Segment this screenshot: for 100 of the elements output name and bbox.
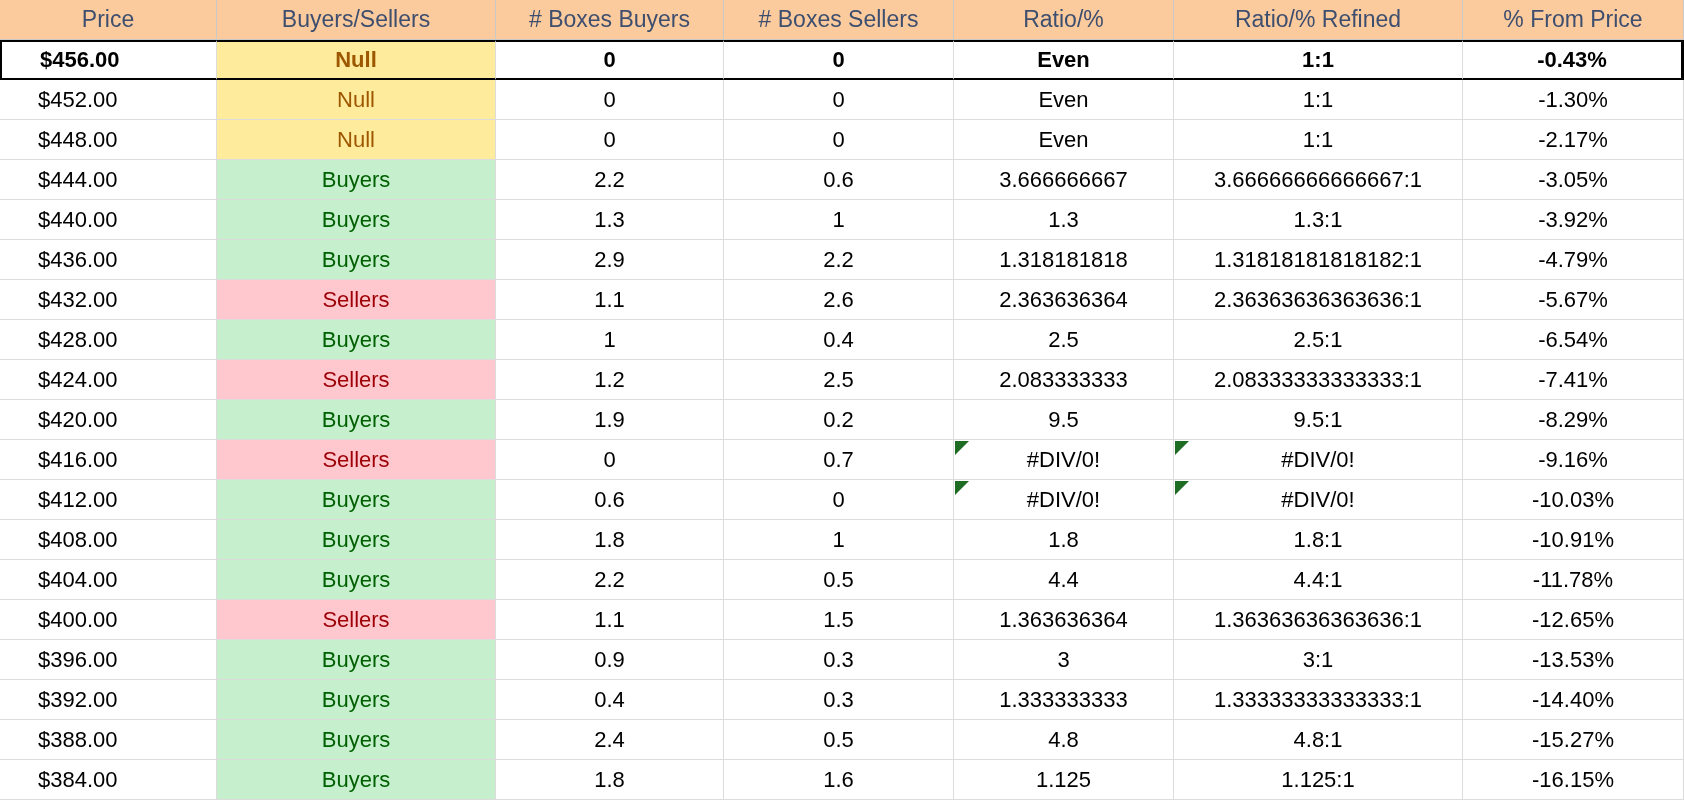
table-cell: 1:1 [1302, 86, 1334, 113]
table-cell: -9.16% [1463, 440, 1684, 480]
table-cell: Buyers [217, 520, 496, 560]
column-header: Buyers/Sellers [217, 0, 496, 40]
table-cell: 2.5 [724, 360, 954, 400]
table-cell: 2.363636364 [999, 286, 1128, 313]
column-header: Ratio/% [954, 0, 1174, 40]
table-cell: Buyers [217, 400, 496, 440]
table-cell: 0.2 [724, 400, 954, 440]
table-cell: Sellers [217, 360, 496, 400]
table-cell: -4.79% [1463, 240, 1684, 280]
table-cell: Buyers [217, 240, 496, 280]
table-cell: 1.333333333 [999, 686, 1128, 713]
table-cell: 4.8:1 [1293, 726, 1343, 753]
table-cell: 1.318181818 [999, 246, 1128, 273]
table-cell: 2.4 [496, 720, 724, 760]
table-cell: $456.00 [0, 40, 217, 80]
table-cell: -16.15% [1463, 760, 1684, 800]
table-cell: -8.29% [1463, 400, 1684, 440]
table-cell: Buyers [217, 320, 496, 360]
error-indicator-icon [1175, 441, 1189, 455]
table-cell: 2.5 [1048, 326, 1079, 353]
table-cell: Buyers [217, 160, 496, 200]
table-cell: Buyers [217, 560, 496, 600]
column-header: % From Price [1463, 0, 1684, 40]
table-cell: 2.5:1 [1293, 326, 1343, 353]
table-cell: 1.8 [1048, 526, 1079, 553]
table-cell: 0 [724, 40, 954, 80]
table-cell: 2.36363636363636:1 [1214, 286, 1422, 313]
table-cell: 1.8 [496, 760, 724, 800]
table-cell: 0 [496, 40, 724, 80]
column-header: # Boxes Buyers [496, 0, 724, 40]
table-cell: 0.6 [724, 160, 954, 200]
table-cell: 1 [496, 320, 724, 360]
table-cell: Buyers [217, 760, 496, 800]
table-cell: 9.5:1 [1293, 406, 1343, 433]
table-cell: 0 [724, 120, 954, 160]
table-cell: 0.6 [496, 480, 724, 520]
table-cell: Null [217, 120, 496, 160]
table-cell: 0 [496, 120, 724, 160]
table-cell: 1.2 [496, 360, 724, 400]
error-indicator-icon [955, 481, 969, 495]
table-cell: 4.4 [1048, 566, 1079, 593]
table-cell: 4.4:1 [1293, 566, 1343, 593]
table-cell: 1.3 [496, 200, 724, 240]
table-cell: 2.2 [496, 560, 724, 600]
table-cell: Buyers [217, 640, 496, 680]
table-cell: Buyers [217, 200, 496, 240]
table-cell: -14.40% [1463, 680, 1684, 720]
table-cell: 1 [724, 200, 954, 240]
table-cell: #DIV/0! [1281, 446, 1355, 473]
table-cell: 4.8 [1048, 726, 1079, 753]
table-cell: -6.54% [1463, 320, 1684, 360]
table-cell: 3.66666666666667:1 [1214, 166, 1422, 193]
table-cell: 0.3 [724, 640, 954, 680]
table-cell: Buyers [217, 720, 496, 760]
table-cell: 1.31818181818182:1 [1214, 246, 1422, 273]
table-cell: -12.65% [1463, 600, 1684, 640]
table-cell: 1.125:1 [1281, 766, 1355, 793]
table-cell: 1.8 [496, 520, 724, 560]
table-cell: 0 [724, 80, 954, 120]
table-cell: 2.083333333 [999, 366, 1128, 393]
table-cell: Sellers [217, 440, 496, 480]
table-cell: 1.5 [724, 600, 954, 640]
table-cell: 1.33333333333333:1 [1214, 686, 1422, 713]
table-cell: 1.1 [496, 280, 724, 320]
error-indicator-icon [955, 441, 969, 455]
table-cell: -11.78% [1463, 560, 1684, 600]
table-cell: -2.17% [1463, 120, 1684, 160]
table-cell: 1.8:1 [1293, 526, 1343, 553]
table-cell: Sellers [217, 600, 496, 640]
table-cell: 1.3:1 [1293, 206, 1343, 233]
table-cell: 1:1 [1302, 47, 1334, 73]
column-header: # Boxes Sellers [724, 0, 954, 40]
table-cell: Even [1037, 47, 1090, 73]
table-cell: Even [1038, 126, 1089, 153]
table-cell: 0.4 [496, 680, 724, 720]
table-cell: 1.6 [724, 760, 954, 800]
table-cell: 2.2 [724, 240, 954, 280]
table-cell: -5.67% [1463, 280, 1684, 320]
table-cell: -0.43% [1463, 40, 1684, 80]
table-cell: 1.3 [1048, 206, 1079, 233]
table-cell: Even [1038, 86, 1089, 113]
table-cell: 9.5 [1048, 406, 1079, 433]
table-cell: 2.2 [496, 160, 724, 200]
table-cell: 1 [724, 520, 954, 560]
table-cell: 0 [496, 80, 724, 120]
table-cell: 0.7 [724, 440, 954, 480]
table-cell: -15.27% [1463, 720, 1684, 760]
table-cell: 3 [1057, 646, 1070, 673]
table-cell: Sellers [217, 280, 496, 320]
error-indicator-icon [1175, 481, 1189, 495]
table-cell: -13.53% [1463, 640, 1684, 680]
table-cell: -1.30% [1463, 80, 1684, 120]
table-cell: 1.1 [496, 600, 724, 640]
table-cell: 0.5 [724, 720, 954, 760]
table-cell: 1.125 [1035, 766, 1092, 793]
table-cell: 0.3 [724, 680, 954, 720]
table-cell: 2.6 [724, 280, 954, 320]
table-cell: 1:1 [1302, 126, 1334, 153]
